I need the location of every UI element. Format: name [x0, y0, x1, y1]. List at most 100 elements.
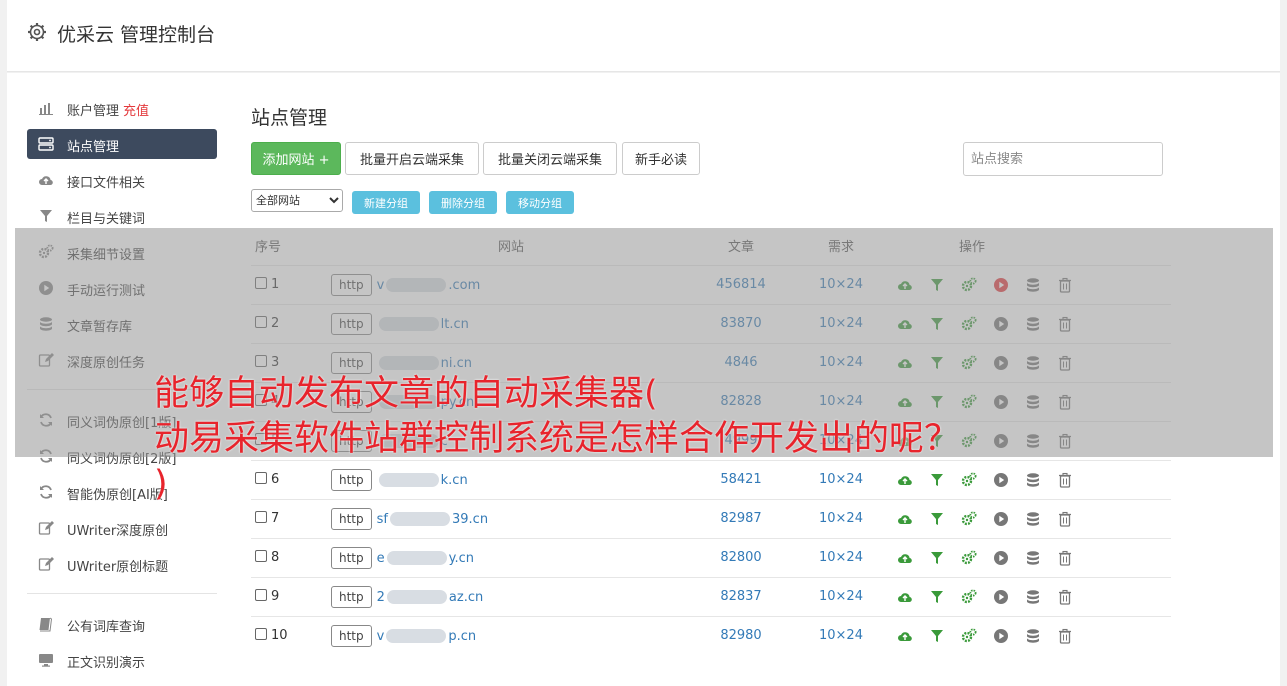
- move-group-button[interactable]: 移动分组: [506, 191, 574, 214]
- trash-icon[interactable]: [1057, 589, 1073, 605]
- site-group-select[interactable]: 全部网站: [251, 189, 343, 212]
- site-link[interactable]: sf 39.cn: [377, 512, 488, 527]
- beginner-guide-button[interactable]: 新手必读: [622, 142, 700, 175]
- sidebar-item[interactable]: 栏目与关键词: [27, 201, 217, 231]
- article-count-link[interactable]: 82837: [720, 589, 761, 604]
- article-count-link[interactable]: 82987: [720, 511, 761, 526]
- sidebar-item[interactable]: UWriter深度原创: [27, 513, 217, 543]
- article-count-cell: 82837: [691, 577, 791, 616]
- article-count-link[interactable]: 82800: [720, 550, 761, 565]
- database-icon[interactable]: [1025, 589, 1041, 605]
- site-search-input[interactable]: [963, 142, 1163, 176]
- filter-icon[interactable]: [929, 550, 945, 566]
- play-icon[interactable]: [993, 589, 1009, 605]
- sidebar-item-label: 站点管理: [67, 140, 120, 155]
- batch-enable-cloud-button[interactable]: 批量开启云端采集: [345, 142, 479, 175]
- gear-icon: [28, 23, 46, 41]
- cloud-upload-icon[interactable]: [897, 511, 913, 527]
- article-count-link[interactable]: 82980: [720, 628, 761, 643]
- new-group-button[interactable]: 新建分组: [352, 191, 420, 214]
- row-number: 8: [271, 550, 280, 565]
- demand-cell: 10×24: [791, 616, 891, 655]
- add-site-button[interactable]: 添加网站 +: [251, 142, 341, 175]
- play-icon[interactable]: [993, 628, 1009, 644]
- cloud-upload-icon[interactable]: [897, 550, 913, 566]
- row-checkbox[interactable]: [255, 589, 267, 601]
- page-title: 站点管理: [251, 107, 328, 129]
- database-icon[interactable]: [1025, 628, 1041, 644]
- site-cell: http 2 az.cn: [331, 577, 691, 616]
- protocol-tag: http: [331, 624, 372, 647]
- filter-icon[interactable]: [929, 628, 945, 644]
- delete-group-button[interactable]: 删除分组: [429, 191, 497, 214]
- actions-cell: [891, 577, 1171, 616]
- cogs-icon[interactable]: [961, 589, 977, 605]
- sidebar-item[interactable]: 站点管理: [27, 129, 217, 159]
- site-link[interactable]: e y.cn: [377, 551, 474, 566]
- article-count-cell: 82800: [691, 538, 791, 577]
- overlay-line-1: 能够自动发布文章的自动采集器(: [154, 374, 658, 414]
- cogs-icon[interactable]: [961, 628, 977, 644]
- article-count-cell: 82980: [691, 616, 791, 655]
- overlay-caption: 能够自动发布文章的自动采集器( 动易采集软件站群控制系统是怎样合作开发出的呢？ …: [154, 372, 1254, 507]
- filter-icon[interactable]: [929, 589, 945, 605]
- sidebar-item-label: UWriter深度原创: [67, 524, 169, 539]
- site-link[interactable]: 2 az.cn: [377, 590, 484, 605]
- row-number-cell: 8: [251, 538, 331, 577]
- sidebar-item[interactable]: 账户管理 充值: [27, 93, 217, 123]
- filter-icon[interactable]: [929, 511, 945, 527]
- cloud-upload-icon[interactable]: [897, 628, 913, 644]
- server-icon: [38, 136, 54, 152]
- database-icon[interactable]: [1025, 511, 1041, 527]
- sidebar-item[interactable]: 公有词库查询: [27, 609, 217, 639]
- site-cell: http v p.cn: [331, 616, 691, 655]
- demand-link[interactable]: 10×24: [819, 589, 863, 604]
- site-domain-end: y.cn: [448, 550, 474, 566]
- protocol-tag: http: [331, 546, 372, 569]
- sidebar-divider: [27, 593, 217, 594]
- sidebar-item-label: 正文识别演示: [67, 656, 146, 671]
- sidebar-item[interactable]: 正文识别演示: [27, 645, 217, 675]
- cogs-icon[interactable]: [961, 550, 977, 566]
- database-icon[interactable]: [1025, 550, 1041, 566]
- trash-icon[interactable]: [1057, 550, 1073, 566]
- play-icon[interactable]: [993, 550, 1009, 566]
- redacted-mask: [390, 512, 450, 526]
- row-number: 9: [271, 589, 280, 604]
- demand-cell: 10×24: [791, 577, 891, 616]
- sidebar-item[interactable]: 接口文件相关: [27, 165, 217, 195]
- row-checkbox[interactable]: [255, 511, 267, 523]
- sidebar-item[interactable]: UWriter原创标题: [27, 549, 217, 579]
- cloud-upload-icon: [38, 172, 54, 188]
- trash-icon[interactable]: [1057, 511, 1073, 527]
- protocol-tag: http: [331, 507, 372, 530]
- play-icon[interactable]: [993, 511, 1009, 527]
- actions-cell: [891, 538, 1171, 577]
- cloud-upload-icon[interactable]: [897, 589, 913, 605]
- top-bar: 优采云 管理控制台: [7, 0, 1280, 72]
- row-checkbox[interactable]: [255, 628, 267, 641]
- recharge-link[interactable]: 充值: [123, 104, 149, 119]
- site-domain-end: p.cn: [448, 628, 477, 644]
- row-number: 7: [271, 511, 280, 526]
- row-number-cell: 9: [251, 577, 331, 616]
- demand-link[interactable]: 10×24: [819, 511, 863, 526]
- row-checkbox[interactable]: [255, 550, 267, 562]
- sidebar-item-label: 公有词库查询: [67, 620, 146, 635]
- cogs-icon[interactable]: [961, 511, 977, 527]
- site-link[interactable]: v p.cn: [377, 629, 476, 644]
- batch-disable-cloud-button[interactable]: 批量关闭云端采集: [483, 142, 617, 175]
- redacted-mask: [386, 551, 447, 565]
- sidebar-item-label: 智能伪原创[AI版]: [67, 488, 168, 503]
- sidebar-item-label: UWriter原创标题: [67, 560, 169, 575]
- site-cell: http e y.cn: [331, 538, 691, 577]
- demand-link[interactable]: 10×24: [819, 628, 863, 643]
- trash-icon[interactable]: [1057, 628, 1073, 644]
- site-domain-start: e: [376, 550, 385, 566]
- sidebar-item-label: 账户管理: [67, 104, 120, 119]
- sidebar-item-label: 栏目与关键词: [67, 212, 146, 227]
- edit-icon: [38, 556, 54, 572]
- site-domain-start: sf: [376, 511, 388, 527]
- demand-link[interactable]: 10×24: [819, 550, 863, 565]
- actions-cell: [891, 616, 1171, 655]
